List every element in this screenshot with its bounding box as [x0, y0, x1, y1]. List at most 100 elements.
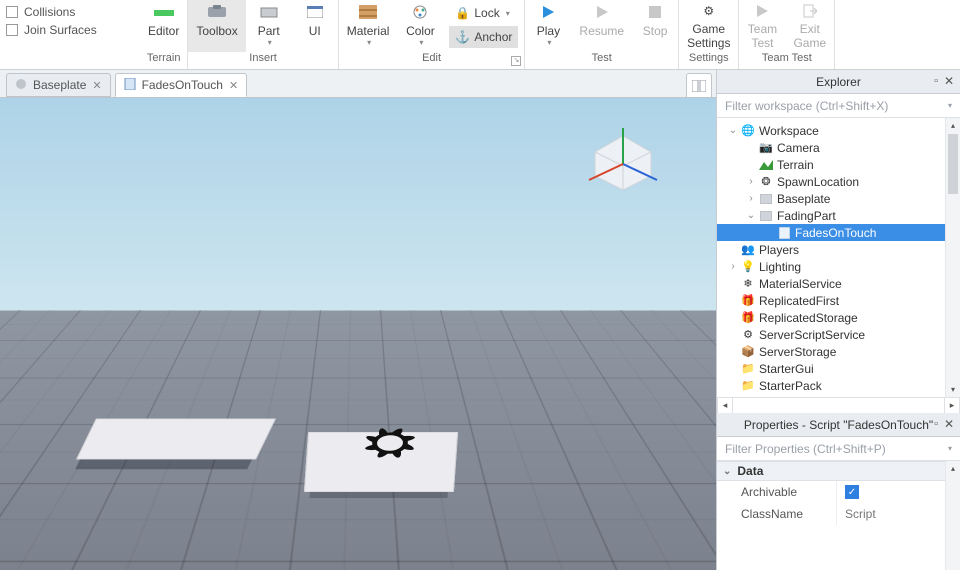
part-icon [759, 192, 773, 206]
stop-label: Stop [643, 24, 668, 38]
material-button[interactable]: Material ▾ [339, 0, 398, 52]
property-archivable[interactable]: Archivable ✓ [717, 481, 960, 503]
workspace-icon: 🌐 [741, 124, 755, 138]
lock-label: Lock [474, 6, 499, 20]
tab-fadesontouch[interactable]: FadesOnTouch ✕ [115, 73, 248, 97]
tree-replicatedstorage[interactable]: 🎁ReplicatedStorage [717, 309, 960, 326]
tree-players[interactable]: 👥Players [717, 241, 960, 258]
ribbon-options: Collisions Join Surfaces [0, 0, 140, 69]
exit-label2: Game [793, 36, 826, 50]
tree-workspace[interactable]: ⌄🌐Workspace [717, 122, 960, 139]
team-test-icon [752, 2, 772, 20]
tree-startergui[interactable]: 📁StarterGui [717, 360, 960, 377]
tree-baseplate[interactable]: ›Baseplate [717, 190, 960, 207]
group-insert-label: Insert [188, 52, 337, 68]
lighting-icon: 💡 [741, 260, 755, 274]
properties-title-bar[interactable]: Properties - Script "FadesOnTouch" ▫ ✕ [717, 413, 960, 437]
explorer-hscrollbar[interactable]: ◂▸ [717, 397, 960, 413]
color-icon [410, 2, 430, 22]
explorer-vscrollbar[interactable]: ▴ ▾ [945, 118, 960, 397]
group-team-test-label: Team Test [739, 52, 834, 68]
tab-close-icon[interactable]: ✕ [92, 79, 101, 92]
scroll-up-icon[interactable]: ▴ [946, 118, 960, 133]
tree-starterpack[interactable]: 📁StarterPack [717, 377, 960, 394]
tree-replicatedfirst[interactable]: 🎁ReplicatedFirst [717, 292, 960, 309]
explorer-filter-input[interactable]: Filter workspace (Ctrl+Shift+X) ▾ [717, 94, 960, 118]
scroll-left-icon[interactable]: ◂ [717, 398, 733, 413]
properties-filter-input[interactable]: Filter Properties (Ctrl+Shift+P) ▾ [717, 437, 960, 461]
color-label: Color [406, 24, 435, 38]
play-button[interactable]: Play ▾ [525, 0, 571, 52]
material-icon [358, 2, 378, 22]
properties-panel: Properties - Script "FadesOnTouch" ▫ ✕ F… [716, 413, 960, 570]
archivable-checkbox[interactable]: ✓ [845, 485, 859, 499]
archivable-label: Archivable [741, 485, 797, 499]
explorer-title-bar[interactable]: Explorer ▫ ✕ [717, 70, 960, 94]
tree-terrain[interactable]: Terrain [717, 156, 960, 173]
scroll-thumb[interactable] [948, 134, 958, 194]
properties-section-data[interactable]: ⌄ Data [717, 461, 960, 481]
collisions-label: Collisions [24, 5, 75, 19]
collisions-checkbox[interactable]: Collisions [6, 5, 134, 19]
collapse-icon[interactable]: ⌄ [723, 466, 731, 477]
expand-icon[interactable]: › [745, 176, 757, 187]
materialservice-icon: ❄ [741, 277, 755, 291]
toolbox-icon [207, 2, 227, 22]
chevron-down-icon[interactable]: ▾ [948, 444, 952, 453]
tab-close-icon[interactable]: ✕ [229, 79, 238, 92]
exit-game-button: Exit Game [785, 0, 834, 52]
tree-serverstorage[interactable]: 📦ServerStorage [717, 343, 960, 360]
tree-spawnlocation[interactable]: ›❂SpawnLocation [717, 173, 960, 190]
expand-icon[interactable]: › [727, 261, 739, 272]
resume-label: Resume [579, 24, 624, 38]
scroll-up-icon[interactable]: ▴ [946, 461, 960, 476]
explorer-panel: Explorer ▫ ✕ Filter workspace (Ctrl+Shif… [716, 70, 960, 413]
collapse-icon[interactable]: ⌄ [727, 125, 739, 136]
viewport-3d[interactable] [0, 98, 716, 570]
pin-icon[interactable]: ▫ [934, 418, 938, 430]
join-surfaces-checkbox[interactable]: Join Surfaces [6, 23, 134, 37]
expand-icon[interactable]: › [745, 193, 757, 204]
camera-icon: 📷 [759, 141, 773, 155]
section-data-label: Data [737, 464, 763, 478]
tree-fadingpart[interactable]: ⌄FadingPart [717, 207, 960, 224]
chevron-down-icon[interactable]: ▾ [948, 101, 952, 110]
tree-camera[interactable]: 📷Camera [717, 139, 960, 156]
ui-button[interactable]: UI [292, 0, 338, 52]
starterpack-icon: 📁 [741, 379, 755, 393]
edit-dialog-launcher[interactable]: ↘ [511, 56, 521, 66]
view-cube[interactable] [578, 118, 668, 208]
players-icon: 👥 [741, 243, 755, 257]
spawnlocation-icon: ❂ [759, 175, 773, 189]
tab-baseplate[interactable]: Baseplate ✕ [6, 73, 111, 97]
replicatedfirst-icon: 🎁 [741, 294, 755, 308]
scroll-down-icon[interactable]: ▾ [946, 382, 960, 397]
group-team-test: Team Test Exit Game Team Test [739, 0, 835, 69]
toolbox-button[interactable]: Toolbox [188, 0, 245, 52]
lock-button[interactable]: 🔒 Lock ▾ [449, 2, 518, 24]
editor-button[interactable]: Editor [140, 0, 187, 52]
tree-serverscriptservice[interactable]: ⚙ServerScriptService [717, 326, 960, 343]
tab-splitview-button[interactable] [686, 73, 712, 97]
join-surfaces-label: Join Surfaces [24, 23, 97, 37]
anchor-button[interactable]: ⚓ Anchor [449, 26, 518, 48]
group-terrain: Editor Terrain [140, 0, 188, 69]
part-icon [759, 209, 773, 223]
part-button[interactable]: Part ▾ [246, 0, 292, 52]
spawn-slab[interactable] [76, 419, 276, 460]
close-icon[interactable]: ✕ [944, 417, 954, 431]
color-button[interactable]: Color ▾ [397, 0, 443, 52]
game-settings-button[interactable]: ⚙ Game Settings [679, 0, 738, 52]
close-icon[interactable]: ✕ [944, 74, 954, 88]
tree-materialservice[interactable]: ❄MaterialService [717, 275, 960, 292]
pin-icon[interactable]: ▫ [934, 75, 938, 87]
properties-vscrollbar[interactable]: ▴ [945, 461, 960, 570]
tree-fadesontouch[interactable]: FadesOnTouch [717, 224, 960, 241]
terrain-icon [759, 158, 773, 172]
tree-starterplayer[interactable]: ›📁StarterPlayer [717, 394, 960, 397]
tree-lighting[interactable]: ›💡Lighting [717, 258, 960, 275]
scroll-right-icon[interactable]: ▸ [944, 398, 960, 413]
collapse-icon[interactable]: ⌄ [745, 210, 757, 221]
editor-icon [154, 2, 174, 22]
anchor-icon: ⚓ [455, 30, 470, 44]
